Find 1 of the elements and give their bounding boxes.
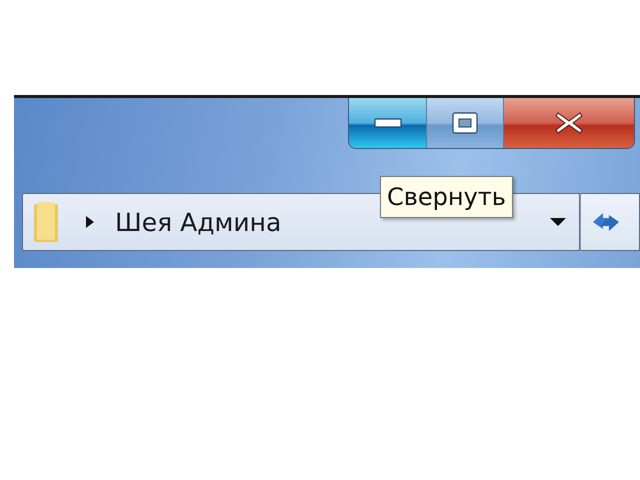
tooltip: Свернуть	[380, 176, 513, 218]
